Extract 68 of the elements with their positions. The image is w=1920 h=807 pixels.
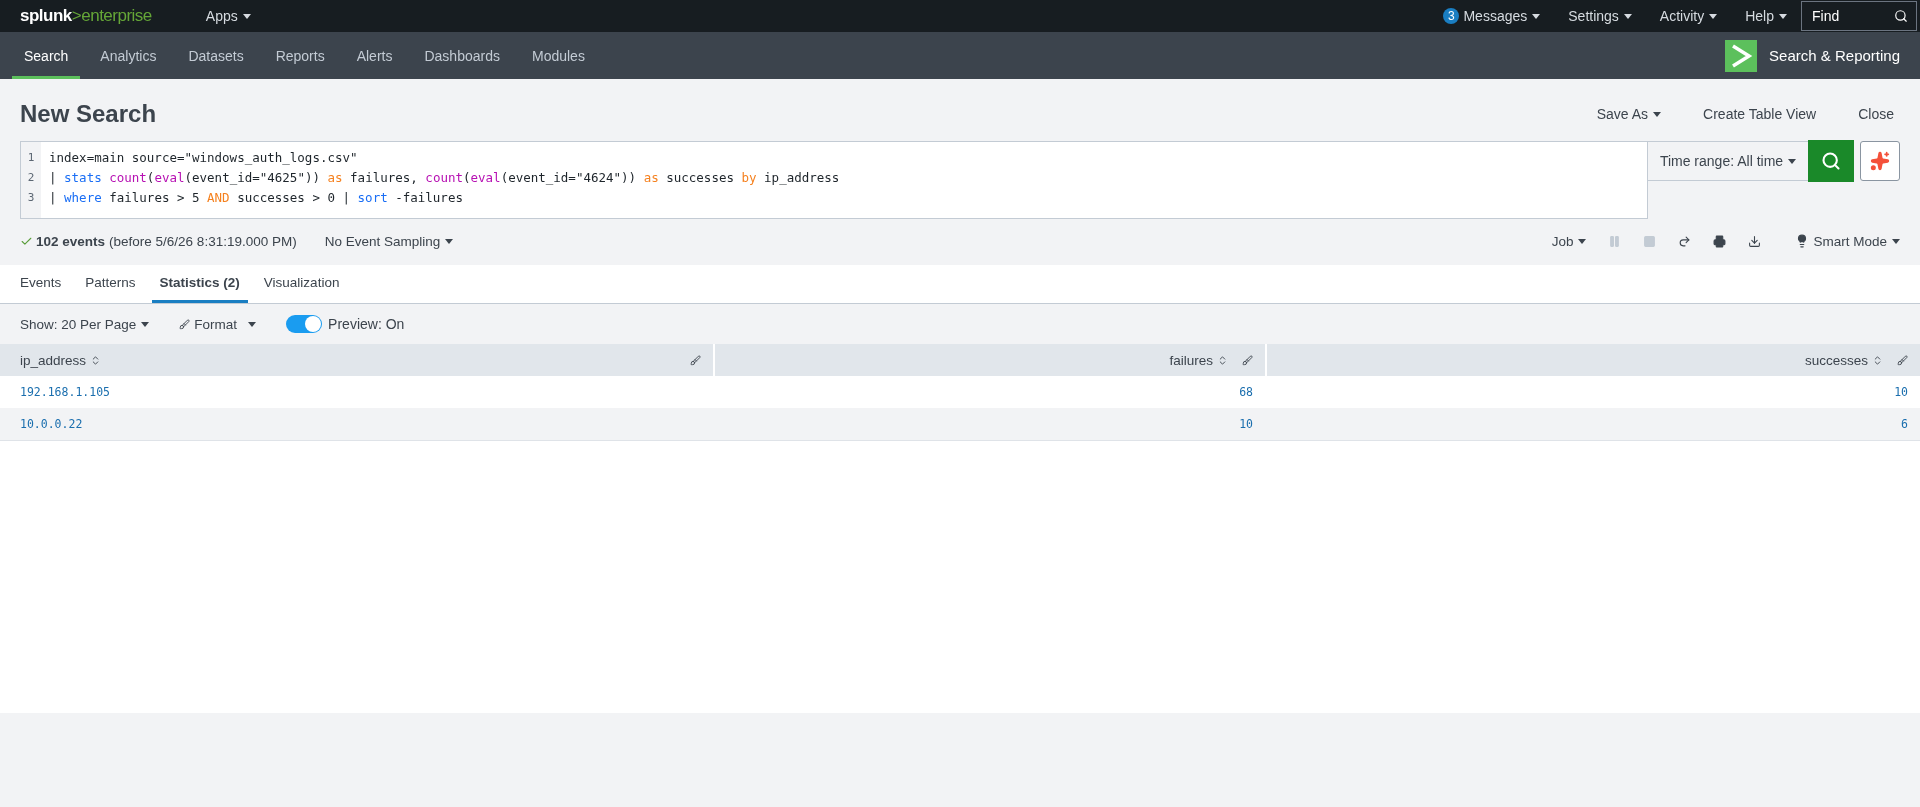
nav-tab[interactable]: Datasets: [176, 32, 256, 79]
query-line: index=main source="windows_auth_logs.csv": [49, 149, 359, 167]
line-number: 1: [26, 150, 36, 166]
search-icon: [1894, 7, 1908, 25]
table-cell: 10.0.0.22: [0, 408, 713, 441]
query-line: | stats count(eval(event_id="4625")) as failures, count(eval(event_id="4624")) as successes by ip_address: [49, 169, 840, 187]
caret-icon: [1892, 238, 1900, 244]
result-tab[interactable]: Visualization: [255, 265, 348, 303]
result-tab[interactable]: Patterns: [77, 265, 144, 303]
find-input[interactable]: Find: [1810, 7, 1894, 25]
search-icon: [1821, 151, 1841, 171]
result-tab[interactable]: Events: [12, 265, 70, 303]
edit-brush-icon[interactable]: [690, 354, 701, 366]
caret-icon: [141, 321, 150, 327]
time-range-picker[interactable]: Time range: All time: [1648, 141, 1808, 181]
search-button[interactable]: [1808, 140, 1854, 182]
sparkle-icon: [1870, 151, 1890, 171]
preview-toggle[interactable]: [286, 315, 323, 333]
share-arrow-icon[interactable]: [1678, 234, 1692, 248]
caret-icon: [1788, 158, 1797, 164]
action-button[interactable]: Create Table View: [1697, 105, 1823, 123]
preview-label: Preview: On: [328, 316, 405, 332]
brush-icon: [179, 318, 191, 330]
top-menu[interactable]: Settings: [1554, 8, 1646, 24]
format-menu[interactable]: Format: [179, 316, 257, 332]
job-menu[interactable]: Job: [1551, 233, 1587, 249]
query-line: | where failures > 5 AND successes > 0 | sort -failures: [49, 189, 464, 207]
line-number: 3: [26, 190, 36, 206]
top-menu[interactable]: Activity: [1645, 8, 1732, 24]
top-menu[interactable]: 3 Messages: [1429, 8, 1555, 24]
column-header[interactable]: failures: [713, 344, 1265, 376]
event-count: 102 events: [36, 233, 106, 249]
printer-icon[interactable]: [1713, 234, 1727, 248]
nav-tab[interactable]: Dashboards: [412, 32, 512, 79]
search-editor[interactable]: [20, 141, 1648, 219]
splunk-logo[interactable]: splunk>enterprise: [20, 6, 152, 26]
column-header[interactable]: successes: [1265, 344, 1920, 376]
page-size-menu[interactable]: Show: 20 Per Page: [20, 316, 150, 332]
table-cell: 6: [1265, 408, 1920, 441]
app-icon: [1725, 39, 1758, 72]
top-menu[interactable]: Help: [1731, 8, 1801, 24]
sparkle-button[interactable]: [1860, 141, 1900, 181]
caret-icon: [248, 321, 257, 327]
nav-tab[interactable]: Alerts: [344, 32, 405, 79]
edit-brush-icon[interactable]: [1897, 354, 1908, 366]
sampling-menu[interactable]: No Event Sampling: [324, 233, 454, 249]
apps-menu[interactable]: Apps: [191, 8, 265, 24]
table-cell: 10: [713, 408, 1265, 441]
page-title: New Search: [20, 100, 157, 128]
sort-icon[interactable]: [1217, 354, 1228, 366]
caret-icon: [445, 238, 454, 244]
app-title: Search & Reporting: [1769, 47, 1900, 64]
find-field[interactable]: Find: [1801, 1, 1917, 31]
column-header[interactable]: ip_address: [0, 344, 713, 376]
action-button[interactable]: Close: [1852, 105, 1900, 123]
nav-tab[interactable]: Search: [12, 32, 81, 79]
nav-tab[interactable]: Modules: [519, 32, 597, 79]
nav-tab[interactable]: Reports: [263, 32, 337, 79]
nav-tab[interactable]: Analytics: [88, 32, 169, 79]
caret-icon: [1578, 238, 1587, 244]
sort-icon[interactable]: [1872, 354, 1883, 366]
count-badge: 3: [1443, 8, 1460, 24]
edit-brush-icon[interactable]: [1242, 354, 1253, 366]
event-timestamp: (before 5/6/26 8:31:19.000 PM): [109, 233, 297, 249]
mode-menu[interactable]: Smart Mode: [1813, 233, 1900, 249]
download-icon[interactable]: [1748, 234, 1762, 248]
line-number: 2: [26, 170, 36, 186]
action-button[interactable]: Save As: [1590, 105, 1668, 123]
